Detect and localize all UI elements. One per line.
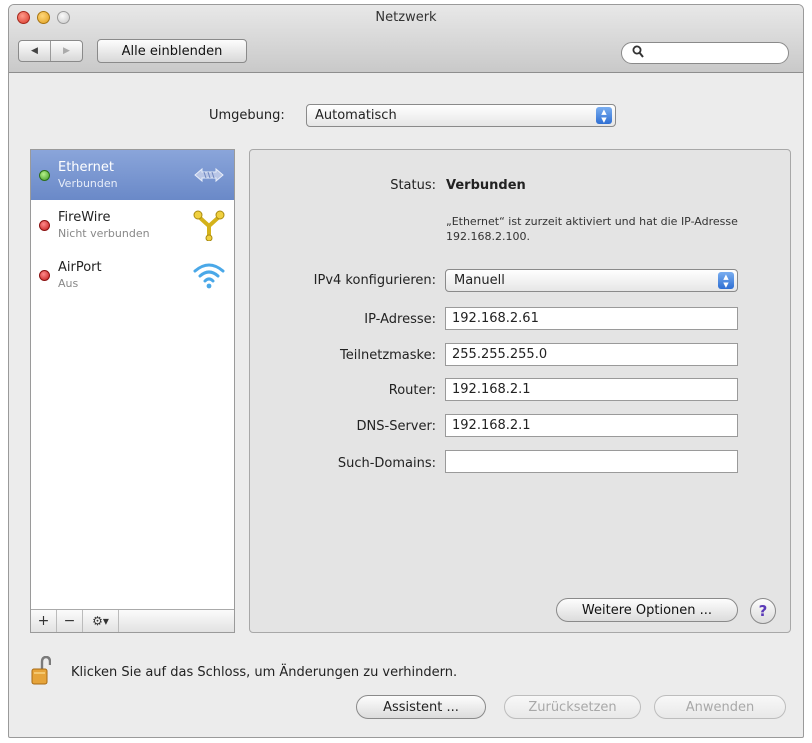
apply-button[interactable]: Anwenden [654, 695, 786, 719]
service-status: Verbunden [58, 177, 118, 190]
dns-server-value: 192.168.2.1 [452, 418, 531, 433]
search-icon [632, 45, 644, 62]
ip-address-value: 192.168.2.61 [452, 311, 539, 326]
firewire-icon [193, 210, 225, 241]
dns-server-field[interactable]: 192.168.2.1 [445, 414, 738, 437]
status-dot-icon [39, 220, 50, 231]
service-name: Ethernet [58, 160, 114, 175]
title-toolbar: Netzwerk ◀ ▶ Alle einblenden [9, 5, 803, 73]
search-field[interactable] [621, 42, 789, 64]
ipv4-configure-value: Manuell [454, 273, 505, 288]
environment-select[interactable]: Automatisch ▲ ▼ [306, 104, 616, 127]
service-item-airport[interactable]: AirPort Aus [31, 250, 234, 300]
ethernet-icon [194, 167, 224, 183]
status-value: Verbunden [446, 178, 526, 193]
status-label: Status: [390, 178, 436, 193]
search-domains-label: Such-Domains: [337, 456, 436, 471]
ip-address-label: IP-Adresse: [364, 312, 436, 327]
status-dot-icon [39, 270, 50, 281]
service-list: Ethernet Verbunden FireWire Nicht verbun… [30, 149, 235, 633]
window-title: Netzwerk [375, 10, 437, 25]
back-forward-control: ◀ ▶ [18, 40, 83, 62]
router-label: Router: [388, 383, 436, 398]
remove-service-button[interactable]: − [57, 610, 83, 632]
assistant-button[interactable]: Assistent ... [356, 695, 486, 719]
show-all-button[interactable]: Alle einblenden [97, 39, 247, 63]
airport-icon [193, 263, 225, 289]
service-item-ethernet[interactable]: Ethernet Verbunden [31, 150, 234, 200]
lock-hint-text: Klicken Sie auf das Schloss, um Änderung… [71, 665, 458, 680]
dns-server-label: DNS-Server: [356, 419, 436, 434]
router-value: 192.168.2.1 [452, 382, 531, 397]
environment-label: Umgebung: [209, 108, 285, 123]
service-status: Nicht verbunden [58, 227, 150, 240]
service-actions-gear-button[interactable]: ⚙▾ [83, 610, 119, 632]
service-detail-pane: Status: Verbunden „Ethernet“ ist zurzeit… [249, 149, 791, 633]
forward-button[interactable]: ▶ [50, 41, 82, 61]
status-description: „Ethernet“ ist zurzeit aktiviert und hat… [446, 215, 738, 243]
help-button[interactable]: ? [750, 598, 776, 624]
popup-arrows-icon: ▲ ▼ [718, 272, 734, 289]
service-name: AirPort [58, 260, 102, 275]
back-button[interactable]: ◀ [19, 41, 50, 61]
router-field[interactable]: 192.168.2.1 [445, 378, 738, 401]
subnet-mask-label: Teilnetzmaske: [340, 348, 436, 363]
subnet-mask-value: 255.255.255.0 [452, 347, 548, 362]
subnet-mask-field[interactable]: 255.255.255.0 [445, 343, 738, 366]
ipv4-configure-label: IPv4 konfigurieren: [313, 273, 436, 288]
lock-icon[interactable] [31, 656, 51, 686]
ip-address-field[interactable]: 192.168.2.61 [445, 307, 738, 330]
add-service-button[interactable]: + [31, 610, 57, 632]
revert-button[interactable]: Zurücksetzen [504, 695, 641, 719]
popup-arrows-icon: ▲ ▼ [596, 107, 612, 124]
search-domains-field[interactable] [445, 450, 738, 473]
service-list-toolbar: + − ⚙▾ [31, 609, 234, 632]
network-preferences-window: Netzwerk ◀ ▶ Alle einblenden Umgebung: A… [8, 4, 804, 738]
more-options-button[interactable]: Weitere Optionen ... [556, 598, 738, 622]
service-status: Aus [58, 277, 79, 290]
service-name: FireWire [58, 210, 111, 225]
status-dot-icon [39, 170, 50, 181]
ipv4-configure-select[interactable]: Manuell ▲ ▼ [445, 269, 738, 292]
service-item-firewire[interactable]: FireWire Nicht verbunden [31, 200, 234, 250]
environment-value: Automatisch [315, 108, 397, 123]
